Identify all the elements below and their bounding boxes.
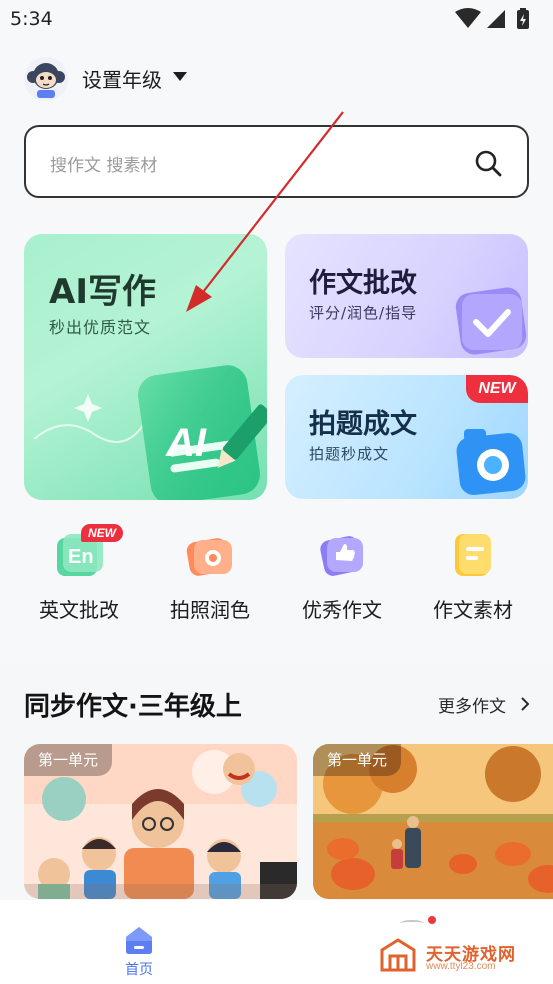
- search-box[interactable]: 搜作文 搜素材: [24, 125, 529, 198]
- tool-label: 优秀作文: [302, 598, 382, 622]
- photo-essay-title: 拍题成文: [309, 409, 417, 440]
- chevron-right-icon[interactable]: [519, 697, 531, 711]
- essay-card-1[interactable]: 第一单元: [24, 744, 297, 899]
- tool-photo-polish[interactable]: 拍照润色: [155, 530, 265, 630]
- tool-english-correction[interactable]: En NEW 英文批改: [24, 524, 134, 630]
- photo-essay-subtitle: 拍题秒成文: [309, 445, 390, 463]
- status-bar: 5:34: [0, 0, 553, 38]
- ai-book-icon: AI: [33, 365, 267, 500]
- camera-icon: [456, 429, 526, 495]
- watermark-url: www.ttyl23.com: [426, 961, 496, 972]
- camera-icon: [186, 538, 232, 576]
- search-icon[interactable]: [474, 149, 502, 177]
- ai-art-text: AI: [165, 421, 207, 465]
- essay-correction-card[interactable]: 作文批改 评分/润色/指导: [285, 234, 528, 358]
- caret-down-icon[interactable]: [173, 72, 187, 81]
- svg-text:En: En: [68, 546, 94, 568]
- essay-correction-title: 作文批改: [309, 268, 417, 299]
- unit-tag: 第一单元: [313, 744, 402, 776]
- section-title: 同步作文·三年级上: [24, 692, 242, 722]
- home-icon[interactable]: [123, 925, 155, 955]
- new-badge: NEW: [466, 375, 528, 403]
- nav-home-label[interactable]: 首页: [104, 959, 174, 979]
- status-icons: [455, 8, 529, 29]
- more-essays-link[interactable]: 更多作文: [438, 692, 506, 717]
- photo-essay-card[interactable]: 拍题成文 拍题秒成文 NEW: [285, 375, 528, 499]
- search-placeholder[interactable]: 搜作文 搜素材: [50, 151, 157, 176]
- essay-card-2[interactable]: 第一单元: [313, 744, 553, 899]
- status-time: 5:34: [10, 8, 53, 30]
- tool-label: 拍照润色: [170, 598, 250, 622]
- ai-writing-title: AI写作: [49, 272, 156, 312]
- ai-writing-subtitle: 秒出优质范文: [49, 318, 152, 337]
- avatar[interactable]: [24, 57, 68, 101]
- unit-tag: 第一单元: [24, 744, 113, 776]
- grade-selector[interactable]: 设置年级: [82, 64, 162, 93]
- tool-new-badge: NEW: [81, 524, 123, 542]
- thumbs-up-icon: [320, 536, 363, 576]
- tool-label: 英文批改: [39, 598, 119, 622]
- tool-essay-materials[interactable]: 作文素材: [418, 530, 528, 630]
- essay-correction-subtitle: 评分/润色/指导: [309, 304, 418, 322]
- notes-icon: [455, 534, 491, 576]
- monkey-avatar-icon: [27, 63, 65, 98]
- watermark: 天天游戏网 www.ttyl23.com: [378, 936, 548, 978]
- tool-excellent-essays[interactable]: 优秀作文: [287, 530, 397, 630]
- checklist-icon: [455, 287, 527, 355]
- nav-indicator: [400, 920, 424, 926]
- tool-label: 作文素材: [433, 598, 513, 622]
- ai-writing-card[interactable]: AI写作 秒出优质范文 AI: [24, 234, 267, 500]
- notification-dot: [428, 916, 436, 924]
- watermark-logo-icon: [380, 938, 416, 972]
